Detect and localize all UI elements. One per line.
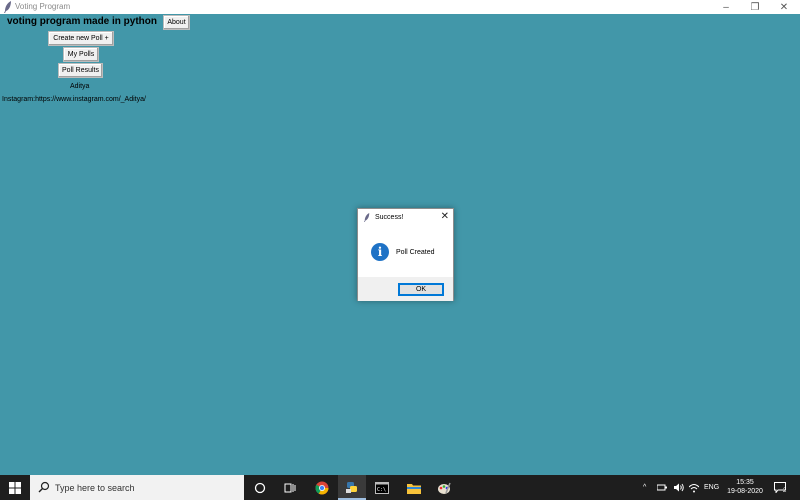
svg-text:C:\: C:\ (377, 487, 386, 493)
taskbar-clock[interactable]: 15:35 19-08-2020 (722, 478, 768, 496)
restore-button[interactable]: ❐ (742, 0, 768, 14)
task-view-icon (284, 483, 296, 492)
poll-results-button[interactable]: Poll Results (58, 63, 103, 78)
dialog-footer: OK (358, 277, 453, 301)
taskbar-file-explorer[interactable] (400, 475, 428, 500)
app-heading: voting program made in python (7, 16, 158, 27)
tray-language[interactable]: ENG (704, 475, 719, 500)
window-titlebar[interactable]: Voting Program – ❐ ✕ (0, 0, 800, 14)
search-icon (38, 481, 50, 493)
notification-count: 2 (783, 487, 787, 494)
network-icon (657, 484, 667, 491)
author-label: Aditya (70, 83, 90, 90)
volume-icon (674, 483, 684, 492)
ok-button[interactable]: OK (398, 283, 444, 296)
taskbar-search[interactable]: Type here to search (30, 475, 244, 500)
taskbar-chrome[interactable] (308, 475, 336, 500)
taskbar-paint[interactable] (430, 475, 458, 500)
minimize-button[interactable]: – (713, 0, 739, 14)
tray-chevron[interactable]: ^ (643, 475, 646, 500)
clock-date: 19-08-2020 (727, 488, 763, 495)
feather-icon (364, 213, 370, 222)
terminal-icon: C:\ (375, 481, 389, 494)
taskbar-terminal[interactable]: C:\ (368, 475, 396, 500)
instagram-label: Instagram:https://www.instagram.com/_Adi… (2, 96, 146, 103)
paint-icon (438, 482, 451, 494)
cortana-icon (254, 482, 266, 493)
taskbar: Type here to search C:\ ^ ENG 15:35 19-0… (0, 475, 800, 500)
dialog-close-button[interactable]: ✕ (441, 211, 449, 223)
python-icon (346, 481, 357, 493)
dialog-title: Success! (375, 214, 404, 221)
tray-network[interactable] (657, 475, 668, 500)
search-placeholder: Type here to search (55, 483, 135, 493)
window-title: Voting Program (15, 2, 71, 11)
tray-wifi[interactable] (689, 475, 699, 500)
clock-time: 15:35 (736, 479, 754, 486)
start-button[interactable] (0, 475, 30, 500)
windows-icon (9, 481, 21, 494)
create-poll-button[interactable]: Create new Poll + (48, 31, 114, 46)
taskbar-python[interactable] (338, 475, 366, 500)
about-button[interactable]: About (163, 15, 190, 30)
chrome-icon (315, 481, 329, 494)
close-button[interactable]: ✕ (771, 0, 797, 14)
cortana-button[interactable] (246, 475, 274, 500)
dialog-message: Poll Created (396, 249, 435, 256)
folder-icon (407, 483, 421, 494)
notification-button[interactable]: 2 (774, 475, 786, 500)
success-dialog: Success! ✕ i Poll Created OK (357, 208, 454, 301)
feather-icon (4, 1, 11, 13)
task-view-button[interactable] (276, 475, 304, 500)
info-icon: i (371, 243, 389, 261)
tray-volume[interactable] (674, 475, 685, 500)
my-polls-button[interactable]: My Polls (63, 47, 99, 62)
wifi-icon (689, 483, 699, 492)
